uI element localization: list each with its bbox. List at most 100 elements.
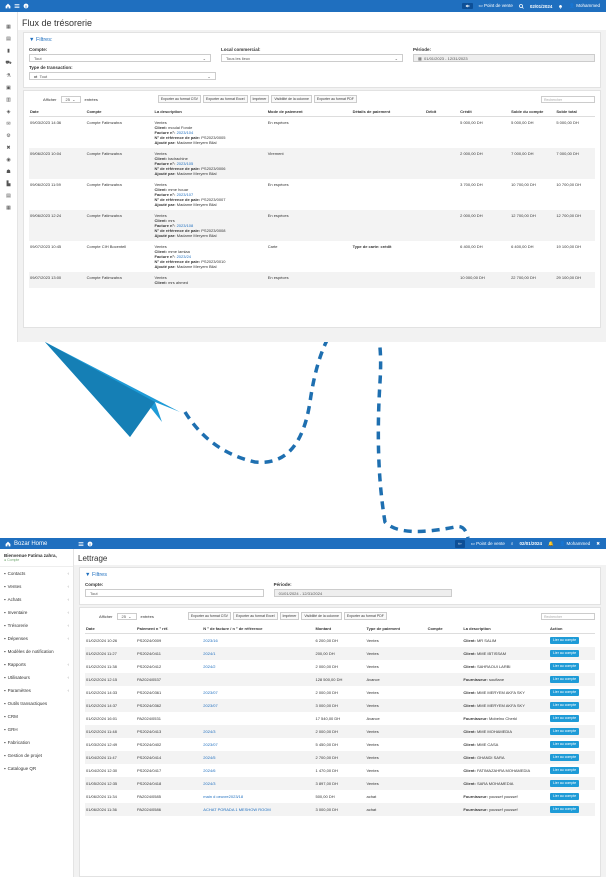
crm-icon[interactable]: ◉	[6, 157, 10, 163]
back-button[interactable]	[461, 3, 473, 9]
tools-icon[interactable]: ✖	[6, 145, 10, 151]
search-icon[interactable]: ⌕	[511, 541, 514, 546]
pos-button[interactable]: ▭ Point de vente	[471, 541, 505, 547]
invoice-link[interactable]: 2023/07	[203, 690, 217, 695]
column-header[interactable]: Paiement n ° réf.	[136, 624, 203, 634]
bell-icon[interactable]	[558, 4, 563, 9]
sidebar-item[interactable]: ▪ GRH	[0, 723, 73, 736]
invoice-link[interactable]: 2024/3	[203, 781, 215, 786]
invoice-link[interactable]: 2023/16	[203, 638, 217, 643]
column-header[interactable]: Date	[85, 624, 136, 634]
sidebar-item[interactable]: ▪ Contacts ‹	[0, 567, 73, 580]
column-header[interactable]: Débit	[425, 107, 460, 117]
reports-icon[interactable]: ⚙	[6, 133, 10, 139]
invoice-link[interactable]: 2024/5	[203, 755, 215, 760]
column-header[interactable]: La description	[153, 107, 267, 117]
invoice-link[interactable]: 2024/6	[203, 768, 215, 773]
sidebar-item[interactable]: ▪ Trésorerie ‹	[0, 619, 73, 632]
tools-icon[interactable]: ✖	[596, 541, 600, 547]
column-header[interactable]: Solde du compte	[510, 107, 556, 117]
column-header[interactable]: Détails de paiement	[351, 107, 426, 117]
sidebar-item[interactable]: ▪ CRM	[0, 710, 73, 723]
periode-input[interactable]: 01/01/2024 - 12/31/2024	[273, 589, 453, 597]
column-visibility-button[interactable]: Visibilité de la colonne	[301, 612, 342, 620]
sidebar-item[interactable]: ▪ Dépenses ‹	[0, 632, 73, 645]
link-account-button[interactable]: Lier au compte	[550, 676, 580, 683]
inventory-icon[interactable]: ⚗	[6, 73, 10, 79]
sidebar-item[interactable]: ▪ Ventes ‹	[0, 580, 73, 593]
link-account-button[interactable]: Lier au compte	[550, 715, 580, 722]
menu-icon[interactable]	[78, 541, 84, 547]
entries-select[interactable]: 25 ⌄	[116, 612, 137, 620]
column-header[interactable]: Montant	[314, 624, 366, 634]
print-button[interactable]: Imprimer	[279, 612, 300, 620]
home-icon[interactable]	[5, 541, 11, 547]
link-account-button[interactable]: Lier au compte	[550, 793, 580, 800]
bank-icon[interactable]: ▥	[6, 97, 11, 103]
link-account-button[interactable]: Lier au compte	[550, 650, 580, 657]
column-header[interactable]: N ° de facture / n ° de référence	[202, 624, 315, 634]
hr-icon[interactable]: ☗	[6, 169, 10, 175]
bell-icon[interactable]: 🔔	[548, 541, 554, 547]
link-account-button[interactable]: Lier au compte	[550, 754, 580, 761]
export-excel-button[interactable]: Exporter au format Excel	[203, 95, 248, 103]
column-visibility-button[interactable]: Visibilité de la colonne	[271, 95, 312, 103]
link-account-button[interactable]: Lier au compte	[550, 637, 580, 644]
export-csv-button[interactable]: Exporter au format CSV	[187, 612, 231, 620]
invoice-link[interactable]: ACHAT PORADA 1 MESHOW ROOM	[203, 807, 270, 812]
column-header[interactable]: Solde total	[555, 107, 595, 117]
invoice-link[interactable]: 2024/2	[203, 664, 215, 669]
link-account-button[interactable]: Lier au compte	[550, 728, 580, 735]
column-header[interactable]: Crédit	[459, 107, 511, 117]
sidebar-item[interactable]: ▪ Rapports ‹	[0, 658, 73, 671]
treasury-icon[interactable]: ▣	[6, 85, 11, 91]
local-select[interactable]: Tous les lieux ⌄	[221, 54, 403, 62]
compte-select[interactable]: Tout ⌄	[29, 54, 211, 62]
sales-icon[interactable]: ▮	[7, 48, 10, 54]
periode-input[interactable]: ▦ 01/01/2023 - 12/31/2023	[413, 54, 595, 62]
invoice-link[interactable]: 2024/3	[203, 729, 215, 734]
user-menu[interactable]: 👤 Mohammed	[560, 541, 591, 547]
invoice-link[interactable]: 2023/07	[203, 703, 217, 708]
home-icon[interactable]	[5, 3, 11, 9]
column-header[interactable]: Compte	[85, 107, 154, 117]
info-icon[interactable]	[87, 541, 93, 547]
invoice-link[interactable]: 2024/1	[203, 651, 215, 656]
dashboard-icon[interactable]: ▦	[6, 24, 11, 30]
contacts-icon[interactable]: ▤	[6, 36, 11, 42]
back-button[interactable]: ⇦	[454, 539, 465, 548]
link-account-button[interactable]: Lier au compte	[550, 806, 580, 813]
brand-name[interactable]: Bozar Home	[14, 541, 47, 547]
menu-icon[interactable]	[14, 3, 20, 9]
link-account-button[interactable]: Lier au compte	[550, 689, 580, 696]
column-header[interactable]: Mode de paiement	[266, 107, 352, 117]
sidebar-item[interactable]: ▪ Utilisateurs ‹	[0, 671, 73, 684]
sidebar-item[interactable]: ▪ Modèles de notification	[0, 645, 73, 658]
export-pdf-button[interactable]: Exporter au format PDF	[343, 612, 387, 620]
sidebar-item[interactable]: ▪ Achats ‹	[0, 593, 73, 606]
user-menu[interactable]: 👤 Mohammed	[569, 3, 600, 9]
project-icon[interactable]: ▤	[6, 193, 11, 199]
filters-title[interactable]: ▼ Filtres	[85, 572, 595, 578]
column-header[interactable]: Action	[549, 624, 595, 634]
print-button[interactable]: Imprimer	[249, 95, 270, 103]
link-account-button[interactable]: Lier au compte	[550, 767, 580, 774]
entries-select[interactable]: 25 ⌄	[60, 95, 81, 103]
sidebar-item[interactable]: ▪ Paramètres ‹	[0, 684, 73, 697]
invoice-link[interactable]: main d oeuvre2023/18	[203, 794, 243, 799]
link-account-button[interactable]: Lier au compte	[550, 663, 580, 670]
sidebar-item[interactable]: ▪ Outils transactiques	[0, 697, 73, 710]
export-csv-button[interactable]: Exporter au format CSV	[157, 95, 201, 103]
export-pdf-button[interactable]: Exporter au format PDF	[313, 95, 357, 103]
qr-icon[interactable]: ▦	[6, 205, 11, 211]
factory-icon[interactable]: ▙	[7, 181, 11, 187]
column-header[interactable]: Date	[29, 107, 86, 117]
sidebar-item[interactable]: ▪ Inventaire ‹	[0, 606, 73, 619]
link-account-button[interactable]: Lier au compte	[550, 741, 580, 748]
sidebar-item[interactable]: ▪ Fabrication	[0, 736, 73, 749]
type-select[interactable]: ⇄ Tout ⌄	[29, 72, 216, 80]
info-icon[interactable]	[23, 3, 29, 9]
column-header[interactable]: Type de paiement	[365, 624, 427, 634]
sidebar-item[interactable]: ▪ Catalogue QR	[0, 762, 73, 775]
column-header[interactable]: La description	[462, 624, 550, 634]
